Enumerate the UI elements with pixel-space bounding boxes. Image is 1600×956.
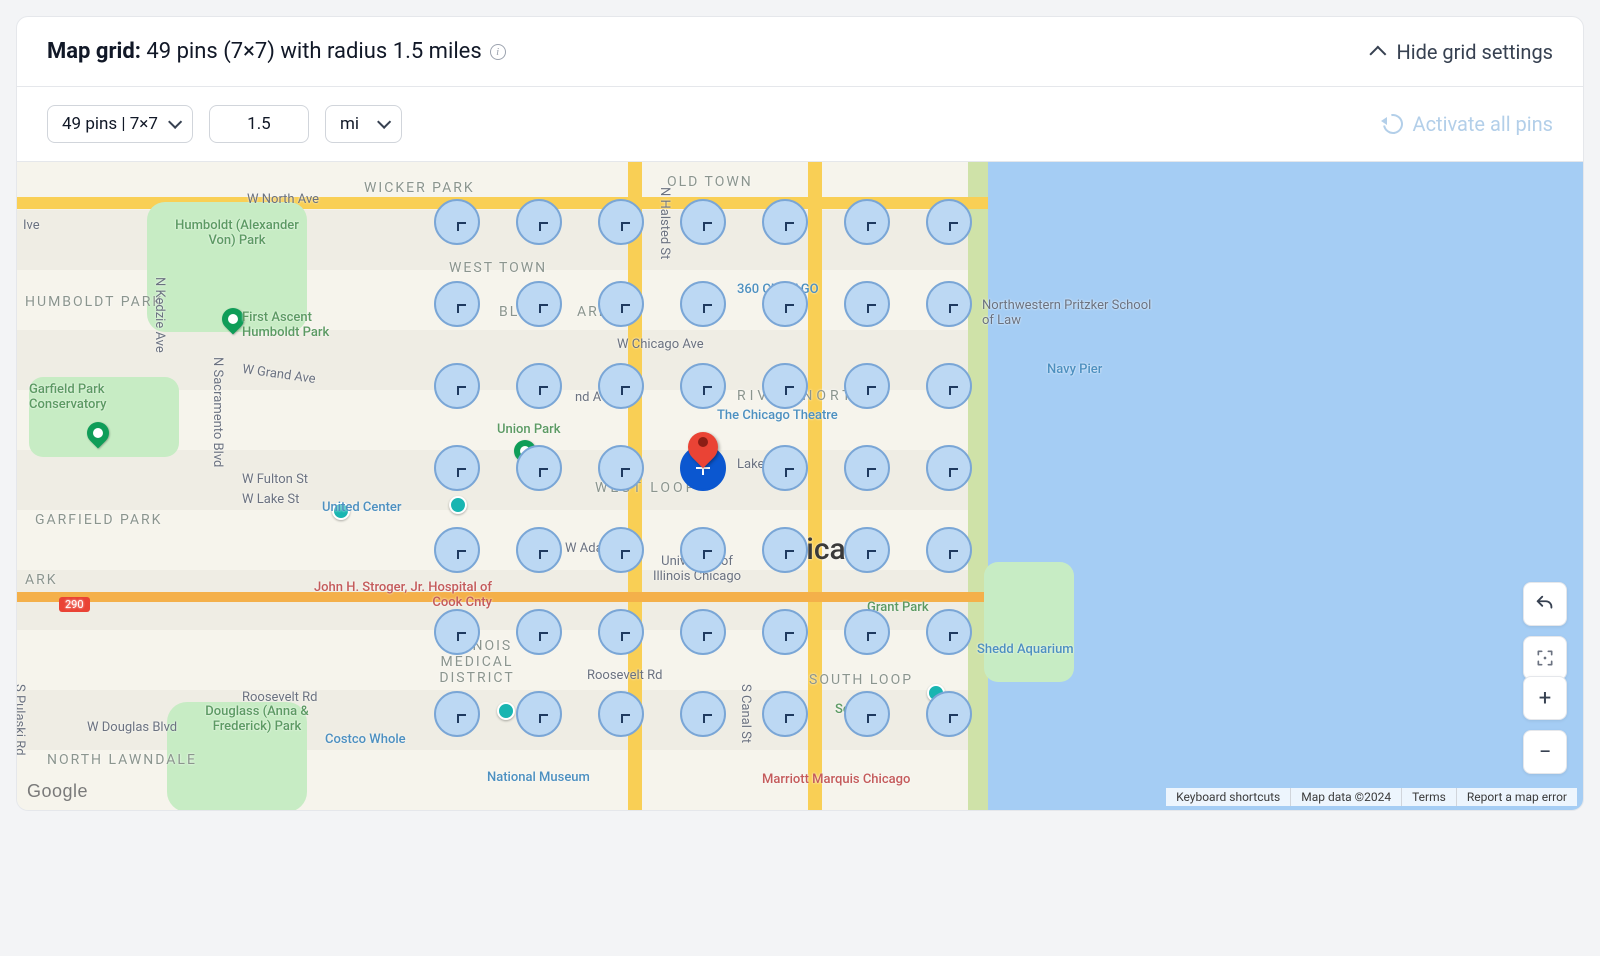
map-undo-button[interactable] — [1523, 582, 1567, 626]
grid-pin[interactable] — [598, 527, 644, 573]
grid-pin[interactable] — [926, 281, 972, 327]
grid-pin[interactable] — [762, 199, 808, 245]
grid-pins-layer — [17, 162, 1583, 810]
grid-pin[interactable] — [434, 609, 480, 655]
activate-all-pins-button[interactable]: Activate all pins — [1383, 112, 1553, 136]
radius-value: 1.5 — [247, 114, 271, 134]
radius-input[interactable]: 1.5 — [209, 105, 309, 143]
grid-pin[interactable] — [762, 691, 808, 737]
toggle-label: Hide grid settings — [1396, 40, 1553, 64]
grid-pin[interactable] — [680, 281, 726, 327]
grid-pin[interactable] — [926, 199, 972, 245]
report-error-link[interactable]: Report a map error — [1456, 788, 1577, 806]
pins-select-value: 49 pins | 7×7 — [62, 114, 158, 134]
grid-pin[interactable] — [598, 691, 644, 737]
grid-pin[interactable] — [434, 363, 480, 409]
grid-pin[interactable] — [598, 609, 644, 655]
grid-pin[interactable] — [680, 527, 726, 573]
undo-icon — [1534, 593, 1556, 615]
map-recenter-button[interactable] — [1523, 636, 1567, 680]
grid-pin[interactable] — [598, 363, 644, 409]
panel-title: Map grid: 49 pins (7×7) with radius 1.5 … — [47, 39, 506, 64]
grid-pin[interactable] — [762, 609, 808, 655]
grid-pin[interactable] — [516, 281, 562, 327]
grid-pin[interactable] — [680, 609, 726, 655]
header-row: Map grid: 49 pins (7×7) with radius 1.5 … — [17, 17, 1583, 87]
grid-pin[interactable] — [434, 445, 480, 491]
map-zoom-controls: + − — [1523, 676, 1567, 774]
grid-pin[interactable] — [598, 199, 644, 245]
grid-pin[interactable] — [844, 199, 890, 245]
toggle-grid-settings-button[interactable]: Hide grid settings — [1374, 40, 1553, 64]
title-label: Map grid: — [47, 39, 141, 64]
chevron-down-icon — [377, 115, 391, 129]
grid-pin[interactable] — [844, 281, 890, 327]
map[interactable]: WICKER PARK OLD TOWN WEST TOWN HUMBOLDT … — [17, 162, 1583, 810]
grid-pin[interactable] — [844, 363, 890, 409]
grid-pin[interactable] — [434, 281, 480, 327]
grid-pin[interactable] — [762, 281, 808, 327]
grid-pin[interactable] — [762, 445, 808, 491]
center-marker[interactable] — [688, 432, 718, 462]
zoom-in-button[interactable]: + — [1523, 676, 1567, 720]
grid-pin[interactable] — [516, 691, 562, 737]
grid-pin[interactable] — [434, 199, 480, 245]
grid-pin[interactable] — [844, 691, 890, 737]
grid-pin[interactable] — [926, 609, 972, 655]
recenter-icon — [1535, 648, 1555, 668]
grid-pin[interactable] — [762, 363, 808, 409]
grid-pin[interactable] — [680, 363, 726, 409]
grid-pin[interactable] — [926, 363, 972, 409]
grid-pin[interactable] — [516, 445, 562, 491]
unit-value: mi — [340, 114, 359, 134]
keyboard-shortcuts-link[interactable]: Keyboard shortcuts — [1166, 788, 1290, 806]
zoom-out-button[interactable]: − — [1523, 730, 1567, 774]
grid-pin[interactable] — [844, 609, 890, 655]
map-controls-upper — [1523, 582, 1567, 680]
grid-pin[interactable] — [434, 691, 480, 737]
settings-row: 49 pins | 7×7 1.5 mi Activate all pins — [17, 87, 1583, 162]
info-icon[interactable]: i — [490, 44, 506, 60]
terms-link[interactable]: Terms — [1401, 788, 1456, 806]
grid-pin[interactable] — [926, 527, 972, 573]
grid-pin[interactable] — [516, 609, 562, 655]
grid-pin[interactable] — [598, 445, 644, 491]
grid-pin[interactable] — [516, 527, 562, 573]
plus-icon: + — [1539, 686, 1551, 711]
unit-select[interactable]: mi — [325, 105, 402, 143]
map-attribution: Keyboard shortcuts Map data ©2024 Terms … — [1166, 788, 1577, 806]
grid-pin[interactable] — [680, 691, 726, 737]
grid-pin[interactable] — [926, 445, 972, 491]
pins-select[interactable]: 49 pins | 7×7 — [47, 105, 193, 143]
grid-pin[interactable] — [762, 527, 808, 573]
grid-pin[interactable] — [434, 527, 480, 573]
minus-icon: − — [1539, 740, 1552, 765]
grid-pin[interactable] — [598, 281, 644, 327]
undo-icon — [1383, 114, 1403, 134]
chevron-down-icon — [168, 115, 182, 129]
title-detail: 49 pins (7×7) with radius 1.5 miles — [146, 39, 481, 64]
map-data-label: Map data ©2024 — [1290, 788, 1401, 806]
activate-label: Activate all pins — [1413, 112, 1553, 136]
grid-pin[interactable] — [680, 199, 726, 245]
chevron-up-icon — [1370, 45, 1387, 62]
grid-pin[interactable] — [926, 691, 972, 737]
grid-pin[interactable] — [844, 527, 890, 573]
grid-pin[interactable] — [844, 445, 890, 491]
grid-pin[interactable] — [516, 199, 562, 245]
grid-pin[interactable] — [516, 363, 562, 409]
